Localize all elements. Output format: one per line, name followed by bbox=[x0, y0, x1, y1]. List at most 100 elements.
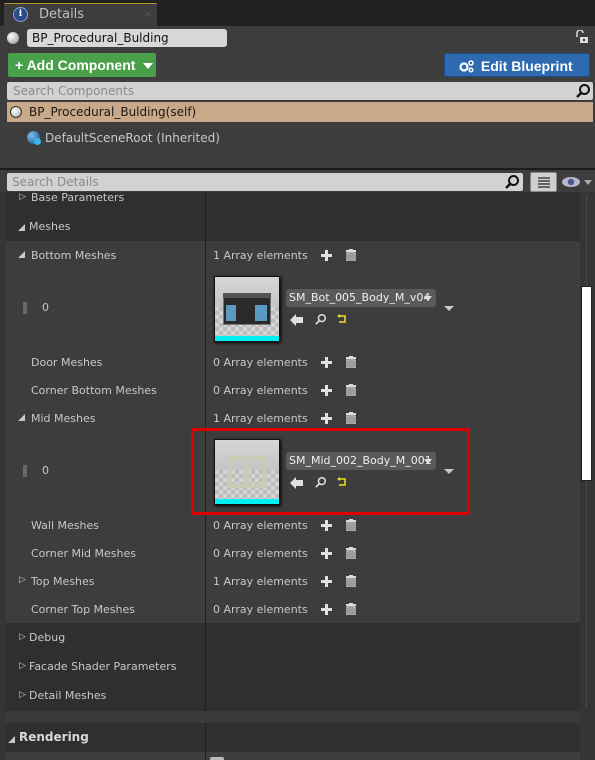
array-count: 0 Array elements bbox=[213, 603, 308, 616]
add-element-icon[interactable] bbox=[321, 385, 332, 396]
chevron-down-icon bbox=[424, 296, 432, 301]
add-element-icon[interactable] bbox=[321, 576, 332, 587]
actor-sphere-icon bbox=[7, 32, 19, 44]
row-top-meshes[interactable]: ▷ Top Meshes 1 Array elements bbox=[5, 574, 580, 590]
trash-icon[interactable] bbox=[346, 412, 356, 424]
reset-to-default-icon[interactable] bbox=[336, 314, 350, 326]
component-label: BP_Procedural_Bulding(self) bbox=[29, 105, 197, 119]
trash-icon[interactable] bbox=[346, 356, 356, 368]
gears-icon bbox=[459, 60, 474, 73]
row-wall-meshes[interactable]: Wall Meshes 0 Array elements bbox=[5, 518, 580, 534]
asset-picker-combo[interactable]: SM_Bot_005_Body_M_v04 bbox=[286, 289, 436, 307]
add-element-icon[interactable] bbox=[321, 604, 332, 615]
chevron-right-icon: ▷ bbox=[19, 575, 26, 585]
row-corner-mid-meshes[interactable]: Corner Mid Meshes 0 Array elements bbox=[5, 546, 580, 562]
tab-bar: i Details × bbox=[0, 0, 595, 26]
trash-icon[interactable] bbox=[346, 249, 356, 261]
element-index: 0 bbox=[42, 301, 49, 314]
element-options-caret[interactable] bbox=[444, 306, 454, 311]
add-element-icon[interactable] bbox=[321, 357, 332, 368]
row-rendering[interactable]: Rendering bbox=[5, 730, 580, 748]
array-count: 0 Array elements bbox=[213, 547, 308, 560]
property-label: Corner Top Meshes bbox=[31, 603, 136, 616]
actor-sphere-icon bbox=[10, 106, 22, 118]
search-components-placeholder: Search Components bbox=[13, 84, 134, 98]
add-element-icon[interactable] bbox=[321, 520, 332, 531]
plus-icon: + bbox=[15, 57, 24, 73]
add-component-button[interactable]: + Add Component bbox=[8, 53, 156, 77]
element-index: 0 bbox=[42, 464, 49, 477]
tab-details[interactable]: i Details × bbox=[4, 3, 157, 26]
chevron-down-icon bbox=[18, 251, 25, 258]
trash-icon[interactable] bbox=[346, 575, 356, 587]
highlight-annotation bbox=[191, 428, 470, 515]
row-facade-shader-parameters[interactable]: ▷ Facade Shader Parameters bbox=[5, 659, 580, 675]
view-options-eye-icon[interactable] bbox=[561, 175, 595, 189]
search-details-placeholder: Search Details bbox=[12, 175, 99, 189]
add-element-icon[interactable] bbox=[321, 413, 332, 424]
chevron-right-icon: ▷ bbox=[19, 632, 26, 642]
property-label: Corner Bottom Meshes bbox=[31, 384, 157, 397]
close-icon[interactable]: × bbox=[143, 7, 152, 20]
row-corner-top-meshes[interactable]: Corner Top Meshes 0 Array elements bbox=[5, 602, 580, 618]
row-base-parameters[interactable]: ▷ Base Parameters bbox=[5, 191, 580, 204]
array-count: 0 Array elements bbox=[213, 519, 308, 532]
chevron-right-icon: ▷ bbox=[19, 661, 26, 671]
drag-handle-icon[interactable] bbox=[23, 302, 27, 314]
chevron-right-icon: ▷ bbox=[19, 690, 26, 700]
edit-blueprint-button[interactable]: Edit Blueprint bbox=[444, 53, 590, 95]
row-mid-meshes[interactable]: Mid Meshes 1 Array elements bbox=[5, 411, 580, 427]
property-label: Bottom Meshes bbox=[31, 249, 117, 262]
array-count: 1 Array elements bbox=[213, 575, 308, 588]
array-count: 1 Array elements bbox=[213, 249, 308, 262]
scene-component-icon bbox=[27, 131, 41, 145]
row-corner-bottom-meshes[interactable]: Corner Bottom Meshes 0 Array elements bbox=[5, 383, 580, 399]
component-item-default-scene-root[interactable]: DefaultSceneRoot (Inherited) bbox=[27, 130, 220, 146]
trash-icon[interactable] bbox=[346, 603, 356, 615]
search-icon[interactable] bbox=[504, 174, 520, 190]
property-matrix-button[interactable] bbox=[530, 172, 557, 192]
row-bottom-meshes[interactable]: Bottom Meshes 1 Array elements bbox=[5, 248, 580, 264]
trash-icon[interactable] bbox=[346, 519, 356, 531]
actor-name-row: BP_Procedural_Bulding bbox=[0, 26, 595, 50]
search-components-input[interactable]: Search Components bbox=[7, 82, 593, 100]
search-icon[interactable] bbox=[575, 83, 591, 99]
row-door-meshes[interactable]: Door Meshes 0 Array elements bbox=[5, 355, 580, 371]
property-label: Door Meshes bbox=[31, 356, 103, 369]
property-label: Corner Mid Meshes bbox=[31, 547, 136, 560]
category-label: Detail Meshes bbox=[29, 689, 107, 702]
details-search-row: Search Details bbox=[0, 170, 595, 192]
array-count: 1 Array elements bbox=[213, 412, 308, 425]
unlock-icon[interactable] bbox=[575, 30, 589, 44]
tab-label: Details bbox=[39, 7, 85, 22]
category-label: Meshes bbox=[29, 220, 71, 233]
category-label: Facade Shader Parameters bbox=[29, 660, 177, 673]
asset-thumbnail[interactable] bbox=[214, 276, 280, 342]
property-label: Wall Meshes bbox=[31, 519, 99, 532]
add-element-icon[interactable] bbox=[321, 548, 332, 559]
edit-blueprint-label: Edit Blueprint bbox=[480, 58, 573, 74]
trash-icon[interactable] bbox=[346, 547, 356, 559]
chevron-down-icon bbox=[8, 736, 15, 743]
info-icon: i bbox=[13, 7, 28, 22]
browse-search-icon[interactable] bbox=[314, 313, 328, 325]
chevron-right-icon: ▷ bbox=[19, 192, 26, 202]
drag-handle-icon[interactable] bbox=[23, 465, 27, 477]
actor-name-input[interactable]: BP_Procedural_Bulding bbox=[27, 29, 227, 47]
add-element-icon[interactable] bbox=[321, 250, 332, 261]
scrollbar-thumb[interactable] bbox=[581, 286, 592, 481]
chevron-down-icon bbox=[143, 63, 154, 70]
search-details-input[interactable]: Search Details bbox=[7, 173, 523, 191]
row-debug[interactable]: ▷ Debug bbox=[5, 630, 580, 646]
row-detail-meshes[interactable]: ▷ Detail Meshes bbox=[5, 688, 580, 704]
components-panel: Search Components BP_Procedural_Bulding(… bbox=[0, 80, 595, 170]
category-label: Base Parameters bbox=[31, 191, 125, 204]
use-selected-arrow-icon[interactable] bbox=[290, 314, 304, 326]
row-meshes[interactable]: Meshes bbox=[5, 219, 580, 235]
category-label: Rendering bbox=[19, 730, 89, 744]
chevron-down-icon bbox=[18, 414, 25, 421]
component-label: DefaultSceneRoot (Inherited) bbox=[45, 131, 220, 145]
add-component-label: Add Component bbox=[26, 57, 136, 73]
component-item-self[interactable]: BP_Procedural_Bulding(self) bbox=[7, 102, 593, 122]
trash-icon[interactable] bbox=[346, 384, 356, 396]
